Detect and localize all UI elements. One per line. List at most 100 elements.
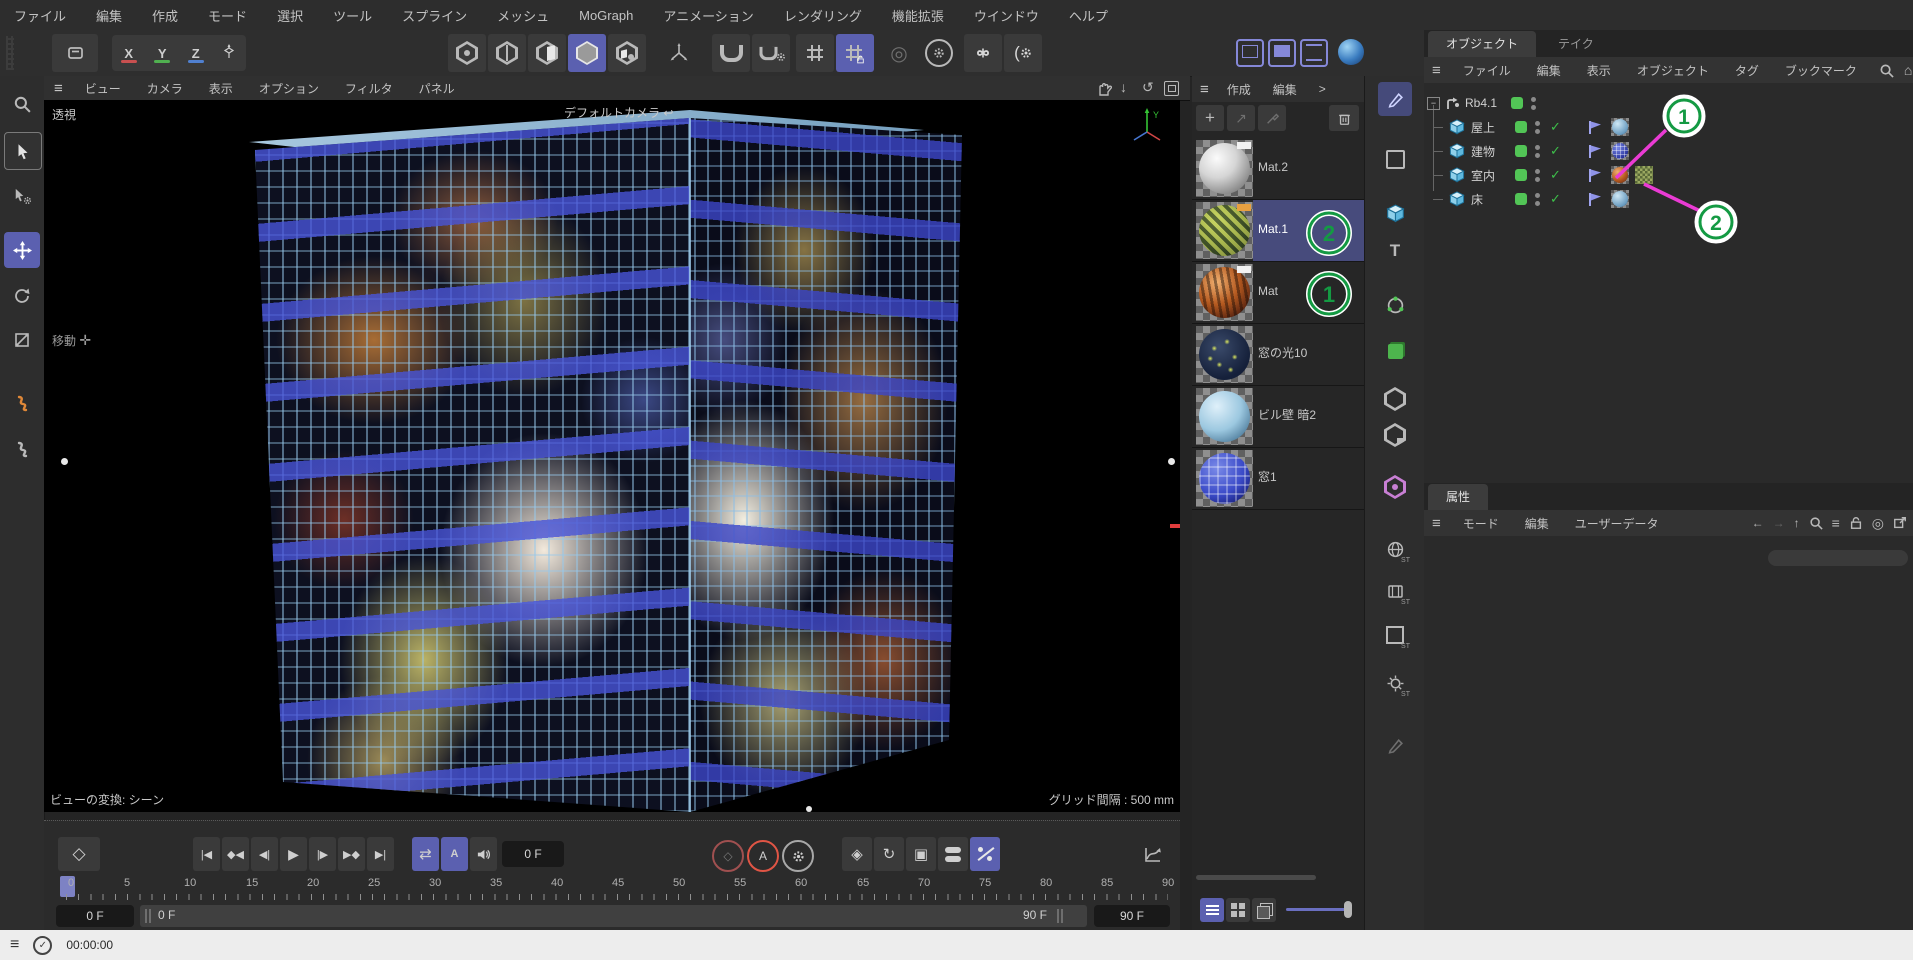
viewport-layout-icon-3[interactable] [1300, 39, 1328, 67]
menu-window[interactable]: ウインドウ [970, 6, 1043, 25]
object-label[interactable]: 室内 [1471, 167, 1505, 184]
layer-color-chip[interactable] [1515, 145, 1527, 157]
material-thumbnail[interactable] [1196, 326, 1253, 383]
add-material-button[interactable]: + [1196, 105, 1224, 131]
material-thumbnail[interactable] [1196, 202, 1253, 259]
key-rotation-toggle[interactable]: ↻ [874, 837, 904, 871]
om-menu-objects[interactable]: オブジェクト [1633, 62, 1713, 79]
key-scale-toggle[interactable]: ▣ [906, 837, 936, 871]
om-menu-view[interactable]: 表示 [1583, 62, 1615, 79]
attr-hamburger-icon[interactable]: ≡ [1432, 515, 1441, 532]
visibility-dots[interactable] [1535, 145, 1540, 158]
sound-button[interactable] [470, 837, 497, 871]
attr-back-icon[interactable]: ← [1752, 516, 1764, 530]
menu-render[interactable]: レンダリング [780, 6, 866, 25]
attr-target-icon[interactable]: ◎ [1872, 515, 1884, 532]
attr-up-icon[interactable]: ↑ [1794, 516, 1800, 530]
volume-mesh-tool[interactable] [1378, 382, 1412, 416]
attr-export-icon[interactable] [1893, 516, 1907, 530]
enable-axis-button[interactable] [660, 34, 698, 72]
viewport-menu-panel[interactable]: パネル [415, 80, 459, 97]
keying-settings-button[interactable] [782, 840, 814, 872]
range-end-field[interactable]: 90 F [1094, 905, 1170, 927]
viewport-maximize-icon[interactable] [1164, 81, 1179, 96]
timeline-ruler[interactable]: 0 5 10 15 20 25 30 35 40 45 50 55 60 65 … [56, 875, 1168, 901]
visibility-dots[interactable] [1531, 97, 1536, 110]
undo-button[interactable] [52, 34, 98, 72]
modifier-settings-button[interactable] [920, 34, 958, 72]
object-label[interactable]: 屋上 [1471, 119, 1505, 136]
record-auto-button[interactable]: ◇ [712, 840, 744, 872]
tab-take[interactable]: テイク [1540, 31, 1612, 57]
enabled-check-icon[interactable]: ✓ [1550, 191, 1561, 207]
visibility-dots[interactable] [1535, 193, 1540, 206]
expander-icon[interactable]: − [1427, 97, 1440, 110]
tab-objects[interactable]: オブジェクト [1428, 31, 1536, 57]
tree-row-interior[interactable]: 室内 ✓ [1424, 163, 1913, 187]
texture-tag-window[interactable] [1611, 142, 1629, 160]
material-menu-edit[interactable]: 編集 [1269, 81, 1301, 98]
visibility-dots[interactable] [1535, 169, 1540, 182]
viewport-pan-icon[interactable] [1096, 80, 1112, 96]
viewport-canvas[interactable]: 透視 デフォルトカメラ ↩ 移動 ✛ ビューの変換: シーン グリッド間隔 : … [44, 100, 1180, 812]
tree-row-floor[interactable]: 床 ✓ [1424, 187, 1913, 211]
material-name[interactable]: 窓の光10 [1258, 324, 1358, 381]
material-name[interactable]: ビル壁 暗2 [1258, 386, 1358, 443]
viewport-menu-options[interactable]: オプション [255, 80, 323, 97]
tree-row-building[interactable]: 建物 ✓ [1424, 139, 1913, 163]
range-grip-right[interactable] [1057, 909, 1059, 923]
viewport-dolly-icon[interactable]: ↓ [1120, 79, 1127, 95]
axis-y-button[interactable]: Y [149, 40, 175, 66]
material-name[interactable]: Mat.1 [1258, 200, 1358, 257]
snap-button[interactable] [712, 34, 750, 72]
render-region-button[interactable]: ◎ [880, 34, 918, 72]
symmetry-button[interactable] [964, 34, 1002, 72]
prev-frame-button[interactable]: ◀| [251, 837, 278, 871]
autokey-mode-button[interactable]: A [441, 837, 468, 871]
key-position-toggle[interactable]: ◈ [842, 837, 872, 871]
spline-pen-tool[interactable] [1378, 82, 1412, 116]
phong-tag-icon[interactable] [1587, 191, 1603, 207]
texture-mode-button[interactable] [608, 34, 646, 72]
viewport-menu-display[interactable]: 表示 [205, 80, 237, 97]
menu-mesh[interactable]: メッシュ [493, 6, 553, 25]
om-menu-file[interactable]: ファイル [1459, 62, 1515, 79]
om-menu-tags[interactable]: タグ [1731, 62, 1763, 79]
enabled-check-icon[interactable]: ✓ [1550, 119, 1561, 135]
green-cube-tool[interactable] [1378, 334, 1412, 368]
viewport-layout-icon-2[interactable] [1268, 39, 1296, 67]
menu-help[interactable]: ヘルプ [1065, 6, 1112, 25]
scale-tool[interactable] [4, 322, 40, 358]
menu-tools[interactable]: ツール [329, 6, 376, 25]
stage-object-tool[interactable]: ST [1378, 618, 1412, 652]
tool-settings-button[interactable]: ( [1004, 34, 1042, 72]
material-scrollbar[interactable] [1196, 875, 1316, 880]
menu-animation[interactable]: アニメーション [659, 6, 757, 25]
viewport-orbit-icon[interactable]: ↺ [1142, 79, 1154, 96]
move-tool[interactable] [4, 232, 40, 268]
layer-color-chip[interactable] [1515, 121, 1527, 133]
cube-object-tool[interactable] [1378, 196, 1412, 230]
om-search-icon[interactable] [1879, 63, 1894, 78]
tree-row-root[interactable]: − Rb4.1 [1424, 91, 1913, 115]
spline-hook-tool-active[interactable] [4, 386, 40, 422]
material-thumbnail[interactable] [1196, 264, 1253, 321]
object-label[interactable]: 床 [1471, 191, 1505, 208]
delete-material-button[interactable] [1329, 105, 1359, 131]
attr-forward-icon[interactable]: → [1773, 516, 1785, 530]
material-layer-view-button[interactable] [1252, 898, 1276, 922]
phong-tag-icon[interactable] [1587, 143, 1603, 159]
field-tool[interactable] [1378, 470, 1412, 504]
next-frame-button[interactable]: |▶ [309, 837, 336, 871]
annotate-pen-tool[interactable] [1378, 728, 1412, 762]
material-menu-more[interactable]: > [1315, 82, 1330, 96]
menu-edit[interactable]: 編集 [92, 6, 126, 25]
live-selection-tool[interactable] [4, 132, 42, 170]
spline-hook-tool[interactable] [4, 432, 40, 468]
material-row[interactable]: Mat [1192, 262, 1364, 324]
play-button[interactable]: ▶ [280, 837, 307, 871]
axis-x-button[interactable]: X [116, 40, 142, 66]
quantize-button[interactable] [796, 34, 834, 72]
texture-tag-wall[interactable] [1611, 190, 1629, 208]
enabled-check-icon[interactable]: ✓ [1550, 167, 1561, 183]
